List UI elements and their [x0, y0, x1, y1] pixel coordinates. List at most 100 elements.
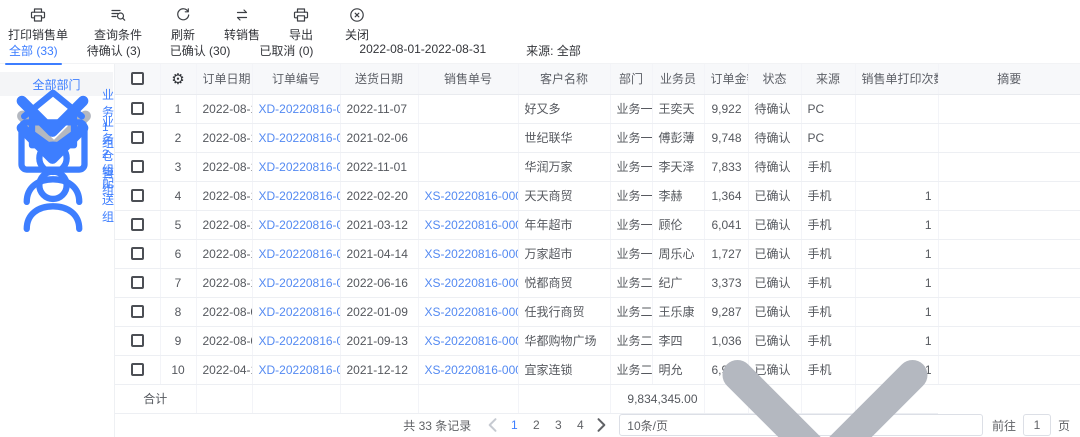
row-checkbox[interactable] — [131, 334, 144, 347]
sales-no-link[interactable]: XS-20220816-000015 — [425, 189, 519, 203]
column-settings-gear-icon[interactable]: ⚙ — [160, 64, 196, 94]
amount-cell: 6,041 — [704, 210, 748, 239]
convert-to-sales-button[interactable]: 转销售 — [224, 7, 260, 43]
order-no-link[interactable]: XD-20220816-000013 — [259, 247, 341, 261]
source-cell: PC — [801, 123, 855, 152]
sidebar-item-label: 配送组 — [102, 174, 114, 225]
row-index: 10 — [160, 355, 196, 384]
row-checkbox[interactable] — [131, 189, 144, 202]
amount-cell: 9,748 — [704, 123, 748, 152]
sidebar-item-delivery-group[interactable]: 配送组 — [0, 186, 114, 213]
close-button[interactable]: 关闭 — [342, 7, 372, 43]
page-number-1[interactable]: 1 — [504, 418, 524, 432]
sales-no-link[interactable]: XS-20220816-000014 — [425, 218, 519, 232]
sales-no-link[interactable]: XS-20220816-000013 — [425, 247, 519, 261]
page-size-select[interactable]: 10条/页 — [619, 414, 983, 436]
row-checkbox-cell — [115, 94, 160, 123]
order-date-cell: 2022-08-15 — [196, 123, 252, 152]
row-checkbox[interactable] — [131, 305, 144, 318]
date-range-filter[interactable]: 2022-08-01-2022-08-31 — [359, 40, 486, 56]
customer-cell: 宜家连锁 — [518, 355, 610, 384]
sales-no-cell — [418, 123, 518, 152]
sales-no-link[interactable]: XS-20220816-000011 — [425, 305, 519, 319]
column-header: 订单编号 — [252, 64, 340, 94]
dept-cell: 业务一部 — [610, 94, 652, 123]
row-checkbox[interactable] — [131, 363, 144, 376]
customer-cell: 悦都商贸 — [518, 268, 610, 297]
row-checkbox[interactable] — [131, 160, 144, 173]
user-icon — [11, 158, 95, 242]
status-cell: 已确认 — [748, 181, 801, 210]
tab-bar: 全部 (33) 待确认 (3) 已确认 (30) 已取消 (0) 2022-08-01… — [0, 40, 1080, 64]
order-no-link[interactable]: XD-20220816-000017 — [259, 131, 341, 145]
refresh-button[interactable]: 刷新 — [168, 7, 198, 43]
column-header: 来源 — [801, 64, 855, 94]
order-no-link[interactable]: XD-20220816-000012 — [259, 276, 341, 290]
column-header: 客户名称 — [518, 64, 610, 94]
order-no-cell: XD-20220816-000012 — [252, 268, 340, 297]
export-button[interactable]: 导出 — [286, 7, 316, 43]
salesperson-cell: 傅彭薄 — [652, 123, 704, 152]
tab-cancelled[interactable]: 已取消 (0) — [258, 40, 314, 65]
order-no-link[interactable]: XD-20220816-000015 — [259, 189, 341, 203]
search-list-icon — [110, 7, 126, 23]
column-header: 订单日期 — [196, 64, 252, 94]
row-checkbox[interactable] — [131, 102, 144, 115]
summary-cell — [938, 239, 1080, 268]
salesperson-cell: 王奕天 — [652, 94, 704, 123]
order-no-link[interactable]: XD-20220816-000010 — [259, 334, 341, 348]
order-no-link[interactable]: XD-20220816-000014 — [259, 218, 341, 232]
row-checkbox[interactable] — [131, 131, 144, 144]
prev-page-button[interactable] — [483, 415, 503, 435]
order-no-cell: XD-20220816-000010 — [252, 326, 340, 355]
goto-page-input[interactable] — [1023, 414, 1051, 436]
row-checkbox[interactable] — [131, 276, 144, 289]
salesperson-cell: 李赫 — [652, 181, 704, 210]
print-count-cell: 1 — [855, 239, 938, 268]
delivery-date-cell: 2022-11-07 — [340, 94, 418, 123]
column-header: 销售单号 — [418, 64, 518, 94]
order-no-cell: XD-20220816-000009 — [252, 355, 340, 384]
next-page-button[interactable] — [591, 415, 611, 435]
source-filter[interactable]: 来源: 全部 — [526, 40, 581, 59]
row-checkbox-cell — [115, 239, 160, 268]
toolbar: 打印销售单查询条件刷新转销售导出关闭 — [0, 0, 1080, 40]
row-checkbox-cell — [115, 355, 160, 384]
order-no-link[interactable]: XD-20220816-000009 — [259, 363, 341, 377]
order-no-link[interactable]: XD-20220816-000011 — [259, 305, 341, 319]
row-index: 4 — [160, 181, 196, 210]
sales-no-link[interactable]: XS-20220816-000012 — [425, 276, 519, 290]
row-index: 3 — [160, 152, 196, 181]
source-cell: PC — [801, 94, 855, 123]
row-checkbox[interactable] — [131, 218, 144, 231]
query-conditions-button[interactable]: 查询条件 — [94, 7, 142, 43]
page-number-3[interactable]: 3 — [548, 418, 568, 432]
sidebar: 全部部门 业务1组业务2组仓管组配送组 — [0, 64, 115, 437]
tab-pending[interactable]: 待确认 (3) — [86, 40, 142, 65]
page-number-4[interactable]: 4 — [570, 418, 590, 432]
dept-cell: 业务二部 — [610, 326, 652, 355]
select-all-checkbox[interactable] — [131, 72, 144, 85]
transfer-icon — [234, 7, 250, 23]
print-count-cell — [855, 94, 938, 123]
order-no-link[interactable]: XD-20220816-000016 — [259, 160, 341, 174]
order-no-link[interactable]: XD-20220816-000018 — [259, 102, 341, 116]
salesperson-cell: 顾伦 — [652, 210, 704, 239]
row-checkbox-cell — [115, 210, 160, 239]
table-row: 42022-08-13XD-20220816-0000152022-02-20X… — [115, 181, 1080, 210]
source-cell: 手机 — [801, 210, 855, 239]
page-number-2[interactable]: 2 — [526, 418, 546, 432]
row-checkbox-cell — [115, 297, 160, 326]
summary-cell — [938, 94, 1080, 123]
sales-no-cell: XS-20220816-000012 — [418, 268, 518, 297]
row-checkbox-cell — [115, 326, 160, 355]
tab-all[interactable]: 全部 (33) — [8, 40, 59, 65]
sales-no-link[interactable]: XS-20220816-000009 — [425, 363, 519, 377]
row-checkbox[interactable] — [131, 247, 144, 260]
tab-confirmed[interactable]: 已确认 (30) — [169, 40, 232, 65]
refresh-icon — [175, 7, 191, 23]
column-header: 业务员 — [652, 64, 704, 94]
sales-no-link[interactable]: XS-20220816-000010 — [425, 334, 519, 348]
print-sales-order-button[interactable]: 打印销售单 — [8, 7, 68, 43]
printer-icon — [30, 7, 46, 23]
